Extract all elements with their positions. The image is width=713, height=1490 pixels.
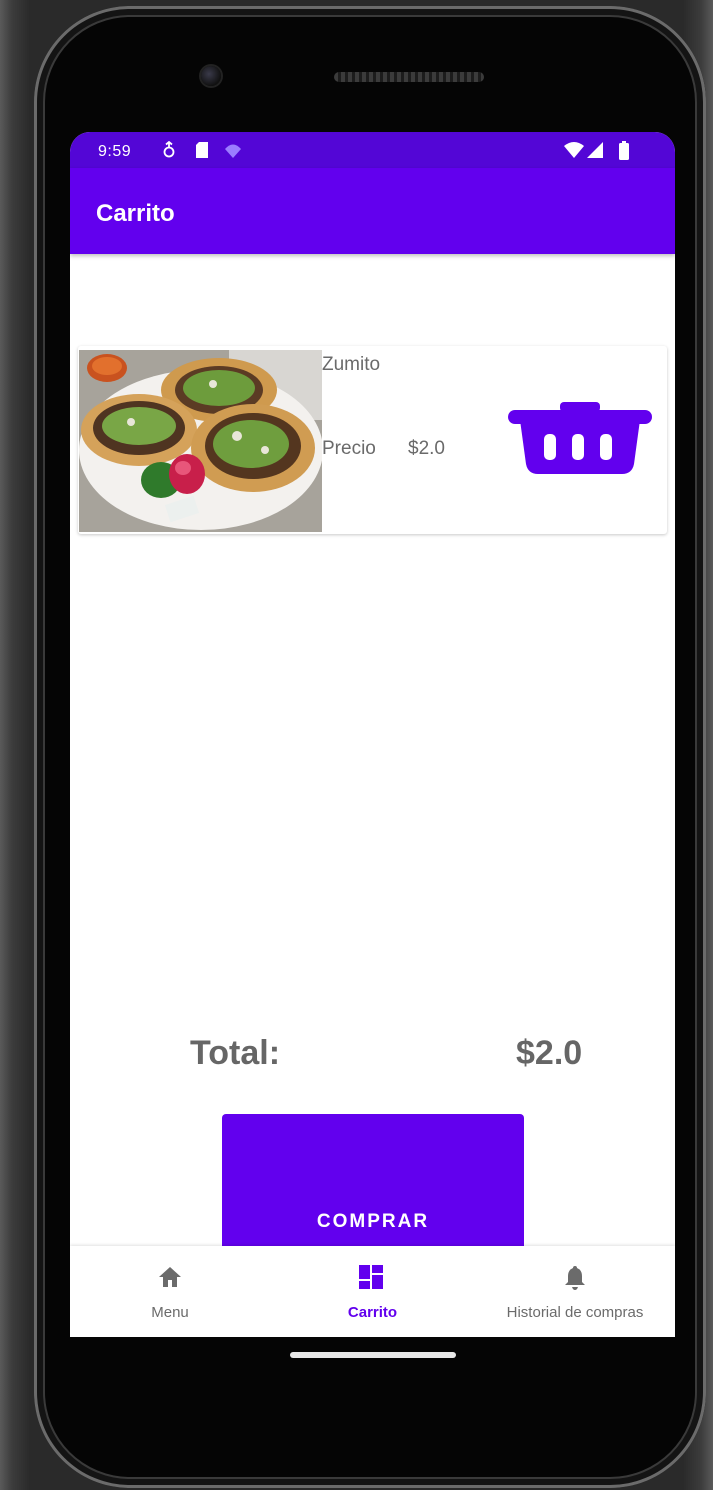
dashboard-icon — [359, 1265, 383, 1289]
location-icon — [163, 141, 175, 158]
app-bar: Carrito — [70, 168, 675, 254]
earpiece-speaker — [334, 72, 484, 82]
nav-item-menu[interactable]: Menu — [70, 1246, 270, 1337]
item-name: Zumito — [322, 354, 381, 375]
price-value: $2.0 — [408, 438, 445, 459]
cart-item-card[interactable]: Zumito Precio $2.0 — [78, 346, 667, 534]
delete-basket-icon — [508, 402, 652, 474]
status-time: 9:59 — [98, 143, 132, 160]
device-frame: 9:59 Carrito Zumito Precio $2.0 Total: $… — [0, 0, 713, 1490]
bottom-navigation: Menu Carrito Historial de compras — [70, 1246, 675, 1337]
tacos-photo — [79, 350, 322, 532]
buy-button-label: COMPRAR — [316, 1211, 430, 1232]
total-value: $2.0 — [516, 1034, 583, 1072]
app-screen: 9:59 Carrito Zumito Precio $2.0 Total: $… — [70, 132, 675, 1337]
signal-icon — [587, 142, 603, 158]
sd-card-icon — [196, 142, 208, 158]
home-icon — [159, 1267, 181, 1287]
front-camera — [201, 66, 221, 86]
buy-button[interactable]: COMPRAR — [222, 1114, 524, 1264]
nav-label-menu: Menu — [151, 1304, 189, 1321]
app-title: Carrito — [96, 200, 175, 227]
nav-item-carrito[interactable]: Carrito — [270, 1246, 475, 1337]
price-label: Precio — [322, 438, 376, 459]
nav-item-historial[interactable]: Historial de compras — [475, 1246, 675, 1337]
remove-item-button[interactable] — [506, 402, 654, 478]
gesture-home-bar[interactable] — [290, 1352, 456, 1358]
status-bar: 9:59 — [70, 132, 675, 168]
nav-label-historial: Historial de compras — [506, 1304, 644, 1321]
wifi-icon — [564, 142, 584, 158]
nav-label-carrito: Carrito — [347, 1304, 398, 1321]
vpn-key-icon — [225, 144, 241, 158]
battery-icon — [619, 141, 629, 160]
total-label: Total: — [190, 1034, 281, 1072]
bell-icon — [565, 1266, 585, 1290]
